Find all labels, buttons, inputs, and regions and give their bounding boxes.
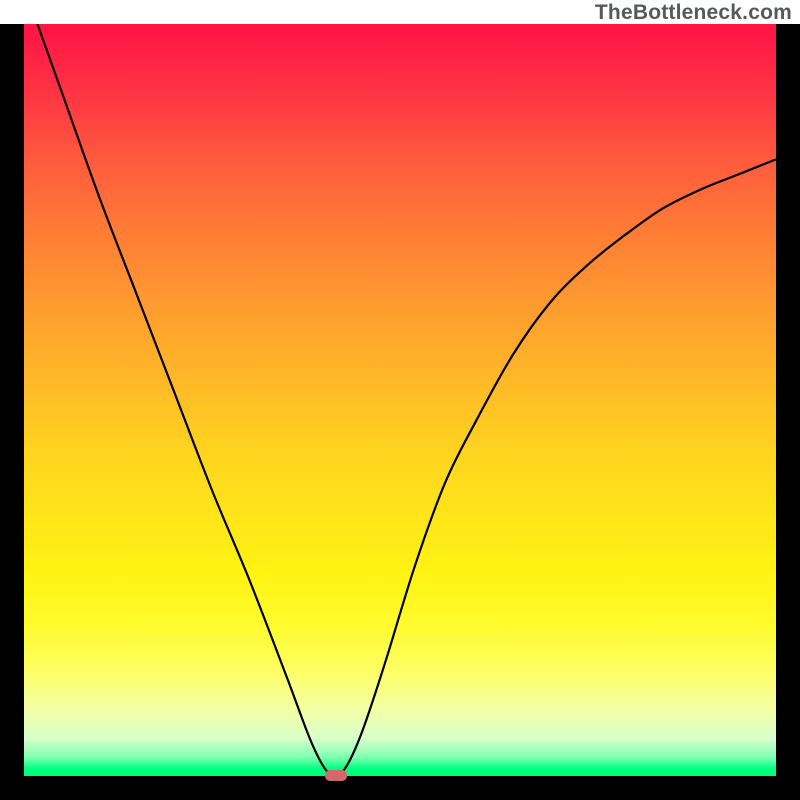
plot-area (24, 24, 776, 776)
bottleneck-curve (24, 24, 776, 776)
plot-frame (0, 24, 800, 800)
site-watermark: TheBottleneck.com (595, 1, 792, 25)
curve-path (24, 24, 776, 776)
min-marker (325, 770, 347, 781)
chart-container: TheBottleneck.com (0, 0, 800, 800)
